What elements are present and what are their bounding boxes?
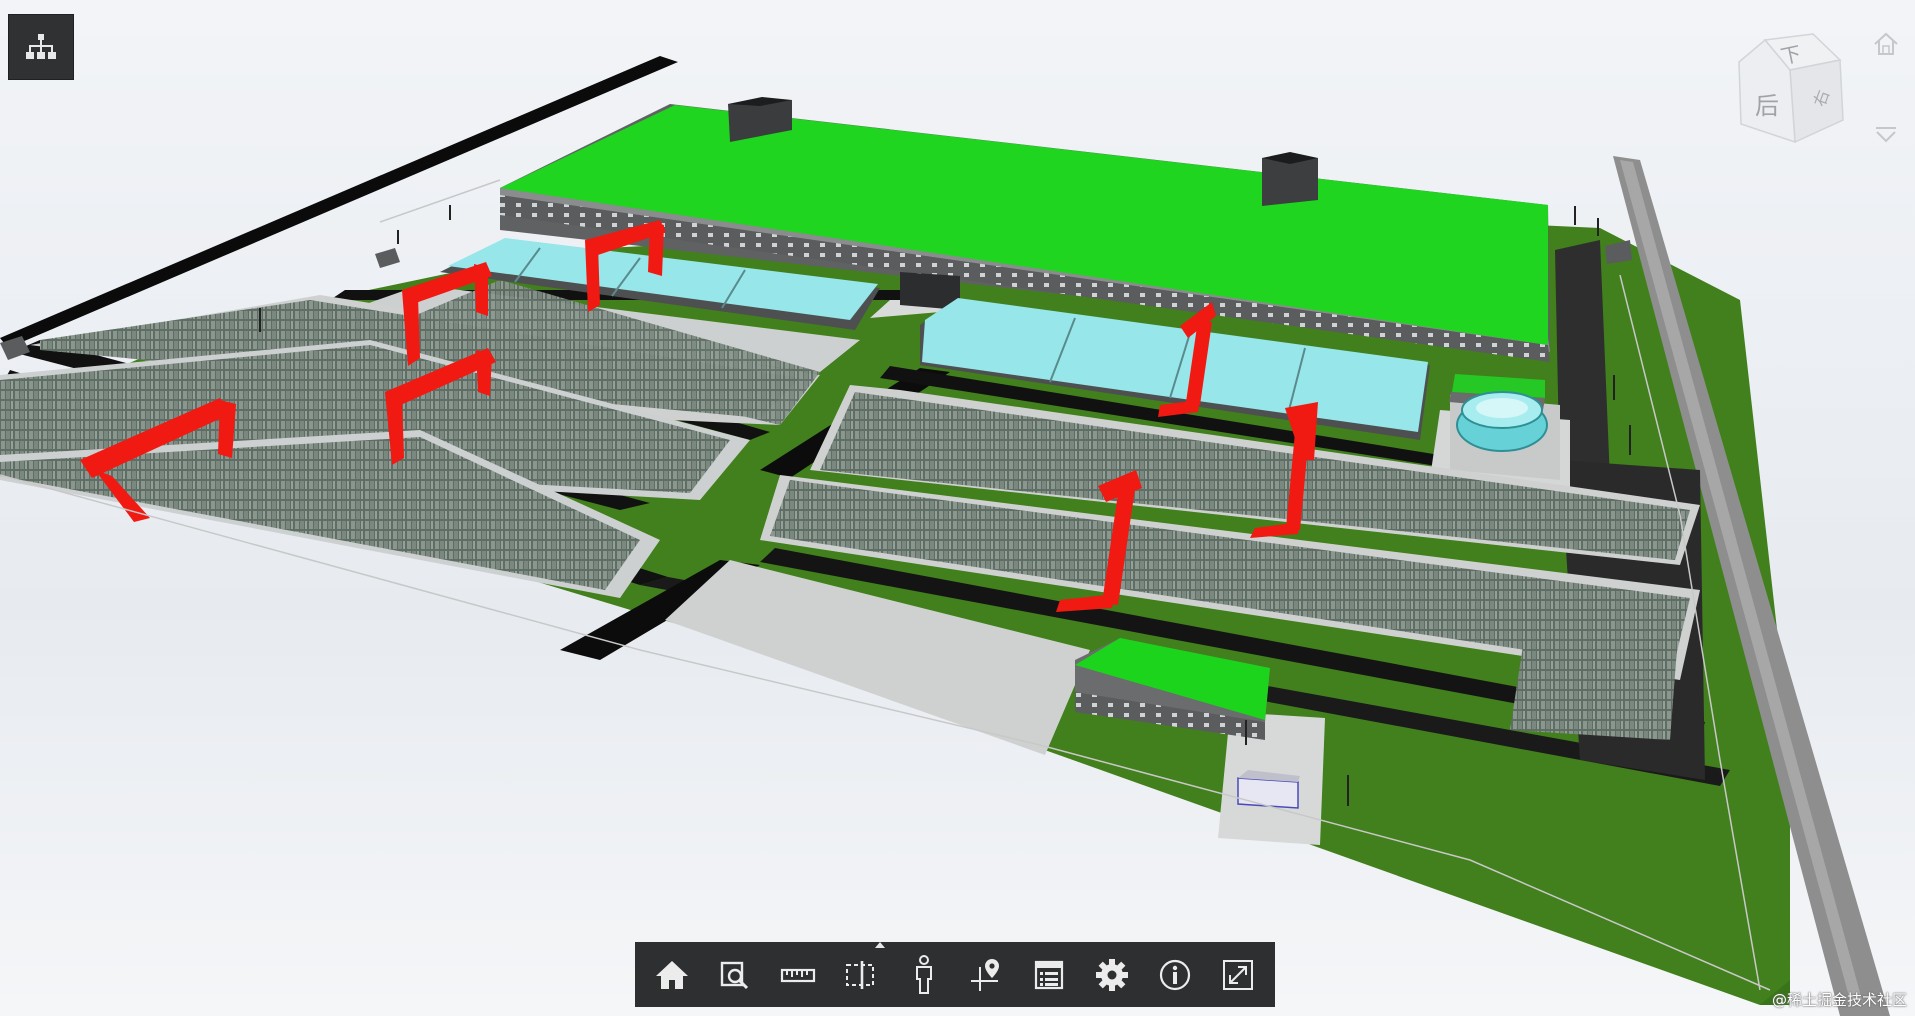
model-structure-button[interactable]	[8, 14, 74, 80]
view-cube-front-label: 后	[1755, 92, 1779, 120]
first-person-button[interactable]	[895, 946, 953, 1004]
person-icon	[915, 954, 932, 994]
3d-viewport[interactable]: 下 后 右 @稀土掘金技术社区	[0, 0, 1915, 1016]
view-cube-home-icon[interactable]	[1872, 30, 1900, 58]
zoom-window-button[interactable]	[706, 946, 764, 1004]
settings-button[interactable]	[1083, 946, 1141, 1004]
explode-pin-icon	[971, 958, 1000, 991]
structure-tree-icon	[26, 34, 56, 59]
measure-button[interactable]	[769, 946, 827, 1004]
watermark-text: @稀土掘金技术社区	[1771, 991, 1907, 1009]
info-icon	[1159, 959, 1190, 990]
fullscreen-icon	[1222, 959, 1253, 990]
view-cube[interactable]: 下 后 右	[1735, 32, 1850, 162]
explode-button[interactable]	[957, 946, 1015, 1004]
viewer-toolbar	[635, 941, 1275, 1007]
properties-button[interactable]	[1146, 946, 1204, 1004]
model-browser-button[interactable]	[1020, 946, 1078, 1004]
fullscreen-button[interactable]	[1209, 946, 1267, 1004]
round-tank	[1456, 391, 1548, 452]
site-model[interactable]	[0, 0, 1915, 1016]
section-box-icon	[845, 960, 874, 989]
gate-house	[1237, 770, 1300, 809]
section-analysis-button[interactable]	[832, 941, 890, 1004]
home-view-button[interactable]	[643, 946, 701, 1004]
model-browser-icon	[1035, 960, 1064, 989]
ruler-icon	[780, 968, 816, 982]
zoom-window-icon	[720, 961, 749, 989]
home-icon	[656, 960, 689, 989]
view-cube-menu-icon[interactable]	[1874, 124, 1898, 144]
flyout-caret-icon	[874, 941, 885, 948]
gear-icon	[1095, 958, 1128, 991]
